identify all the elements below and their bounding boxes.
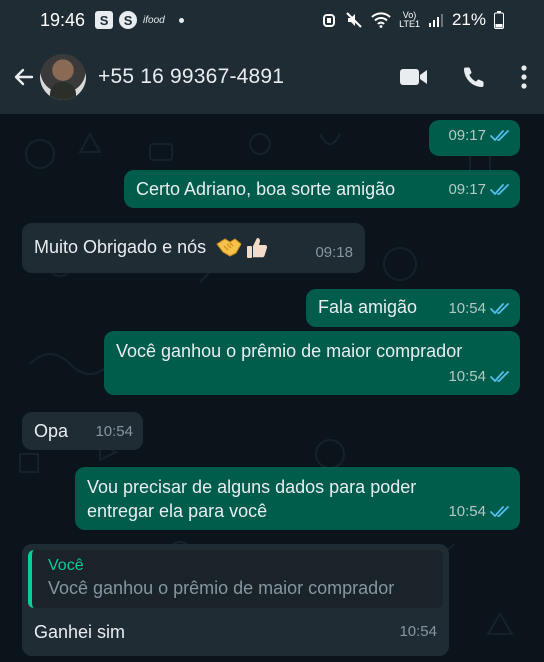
more-options-button[interactable] (504, 53, 544, 101)
quote-text: Você ganhou o prêmio de maior comprador (48, 578, 395, 598)
status-bar: 19:46 S S ifood Vo) LTE1 21% (0, 0, 544, 40)
read-double-check-icon (490, 184, 509, 195)
more-options-icon (521, 65, 527, 89)
quote-author: Você (48, 557, 84, 574)
signal-icon (428, 14, 443, 27)
mute-icon (346, 12, 362, 28)
notification-ifood-icon: ifood (143, 14, 165, 26)
message-text: Certo Adriano, boa sorte amigão (136, 179, 396, 199)
message-text: Muito Obrigado e nós (34, 235, 269, 260)
back-arrow-icon (14, 68, 34, 86)
message-incoming[interactable]: Opa 10:54 (22, 412, 143, 450)
read-double-check-icon (490, 130, 509, 141)
voice-call-button[interactable] (444, 53, 504, 101)
message-outgoing[interactable]: 09:17 (429, 120, 520, 156)
message-outgoing[interactable]: Você ganhou o prêmio de maior comprador … (104, 331, 520, 395)
message-time: 09:18 (315, 244, 353, 261)
read-double-check-icon (490, 506, 509, 517)
notification-s-round-icon: S (119, 11, 138, 29)
message-meta: 10:54 (448, 500, 510, 524)
message-incoming[interactable]: Muito Obrigado e nós 09:18 (22, 223, 365, 273)
message-incoming-reply[interactable]: Você Você ganhou o prêmio de maior compr… (22, 544, 449, 656)
message-outgoing[interactable]: Vou precisar de alguns dados para poder … (75, 467, 520, 530)
message-time: 10:54 (95, 423, 133, 440)
message-text: Você ganhou o prêmio de maior comprador (116, 341, 463, 361)
video-call-icon (400, 69, 427, 85)
status-time: 19:46 (40, 9, 86, 30)
message-time: 10:54 (399, 623, 437, 640)
message-meta: 09:17 (448, 178, 510, 202)
network-label: Vo) LTE1 (399, 11, 420, 29)
chat-area[interactable]: 09:17 Certo Adriano, boa sorte amigão 09… (0, 114, 544, 662)
notification-s-icon: S (95, 11, 114, 29)
message-time: 10:54 (448, 368, 486, 385)
message-meta: 09:17 (448, 124, 510, 148)
thumbs-up-emoji (247, 238, 268, 259)
message-meta: 10:54 (448, 365, 510, 389)
message-text: Opa (34, 421, 69, 441)
message-meta: 10:54 (95, 420, 133, 444)
message-meta: 10:54 (399, 620, 437, 644)
chat-header: +55 16 99367-4891 (0, 40, 544, 114)
back-button[interactable] (10, 63, 38, 91)
more-notifications-dot-icon (178, 17, 184, 23)
message-text-line-2: entregar ela para você (87, 501, 268, 521)
message-time: 10:54 (448, 300, 486, 317)
battery-percent: 21% (451, 10, 486, 29)
message-outgoing[interactable]: Certo Adriano, boa sorte amigão 09:17 (124, 170, 520, 208)
message-meta: 10:54 (448, 297, 510, 321)
message-meta: 09:18 (315, 241, 353, 265)
message-outgoing[interactable]: Fala amigão 10:54 (306, 289, 520, 327)
handshake-emoji (216, 238, 242, 257)
quoted-message[interactable]: Você Você ganhou o prêmio de maior compr… (28, 550, 443, 608)
status-icons: Vo) LTE1 21% (321, 10, 504, 30)
voice-call-icon (464, 67, 484, 87)
message-time: 10:54 (448, 503, 486, 520)
message-text: Fala amigão (318, 297, 418, 317)
read-double-check-icon (490, 303, 509, 314)
lte-label: LTE1 (399, 19, 420, 29)
message-time: 09:17 (448, 181, 486, 198)
message-emojis (215, 236, 269, 260)
read-double-check-icon (490, 371, 509, 382)
contact-name[interactable]: +55 16 99367-4891 (98, 65, 284, 89)
message-time: 09:17 (448, 127, 486, 144)
header-actions (384, 53, 544, 101)
message-text-content: Muito Obrigado e nós (34, 237, 207, 257)
message-text-line-1: Vou precisar de alguns dados para poder (87, 477, 417, 497)
message-text: Ganhei sim (34, 622, 126, 642)
video-call-button[interactable] (384, 53, 444, 101)
alarm-icon (323, 14, 336, 27)
battery-icon (494, 11, 504, 29)
avatar[interactable] (40, 54, 86, 100)
wifi-icon (371, 12, 391, 28)
